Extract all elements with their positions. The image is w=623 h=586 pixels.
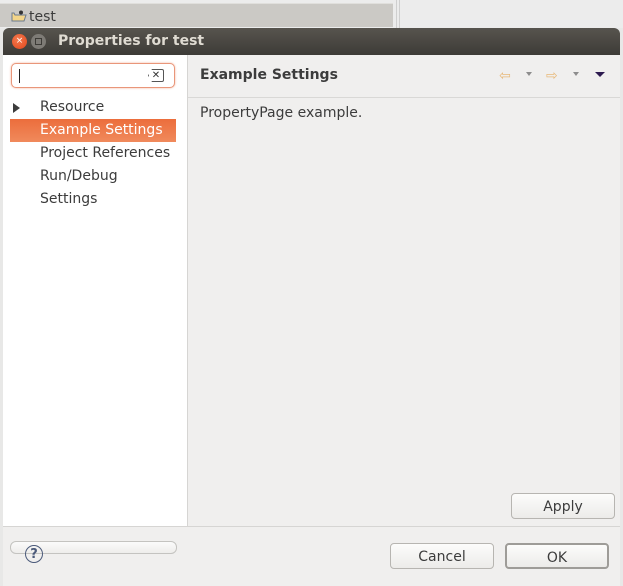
property-page-pane: Example Settings ⇦ ⇨ PropertyPage exampl… — [188, 55, 620, 526]
tree-item-example-settings[interactable]: Example Settings — [10, 119, 176, 142]
tree-item-project-references[interactable]: Project References — [10, 142, 176, 165]
filter-input[interactable]: ✕ — [11, 63, 175, 88]
properties-dialog: × Properties for test ✕ Resource Example… — [3, 28, 620, 586]
button-bar-divider — [3, 526, 620, 527]
close-icon[interactable]: × — [12, 34, 27, 49]
forward-history-dropdown-icon[interactable] — [573, 72, 579, 76]
forward-arrow-icon[interactable]: ⇨ — [546, 68, 558, 84]
clear-filter-icon[interactable]: ✕ — [148, 69, 164, 82]
cancel-button[interactable]: Cancel — [390, 543, 494, 569]
dialog-titlebar[interactable]: × Properties for test — [3, 28, 620, 55]
page-title: Example Settings — [200, 67, 338, 83]
property-tree-pane: ✕ Resource Example Settings Project Refe… — [3, 55, 188, 554]
tree-item-run-debug-settings[interactable]: Run/Debug Settings — [10, 165, 176, 207]
tree-item-label: Project References — [40, 145, 171, 161]
project-folder-icon — [11, 10, 27, 22]
text-caret — [19, 69, 20, 83]
back-history-dropdown-icon[interactable] — [526, 72, 532, 76]
background-tree-row[interactable]: test — [0, 3, 393, 27]
back-arrow-icon[interactable]: ⇦ — [499, 68, 511, 84]
ok-button[interactable]: OK — [505, 543, 609, 569]
maximize-icon[interactable] — [31, 34, 46, 49]
background-sash[interactable] — [396, 0, 400, 28]
tree-item-label: Run/Debug Settings — [40, 168, 118, 207]
background-window: test — [0, 0, 623, 28]
expand-arrow-icon[interactable] — [13, 103, 20, 113]
background-tree-label: test — [29, 9, 56, 25]
dialog-title: Properties for test — [58, 33, 205, 49]
tree-item-label: Example Settings — [40, 122, 163, 138]
page-description: PropertyPage example. — [200, 105, 363, 121]
tree-item-label: Resource — [40, 99, 105, 115]
help-icon[interactable]: ? — [25, 545, 43, 563]
header-divider — [188, 97, 620, 98]
view-menu-icon[interactable] — [595, 72, 605, 77]
apply-button[interactable]: Apply — [511, 493, 615, 519]
tree-item-resource[interactable]: Resource — [10, 96, 176, 119]
